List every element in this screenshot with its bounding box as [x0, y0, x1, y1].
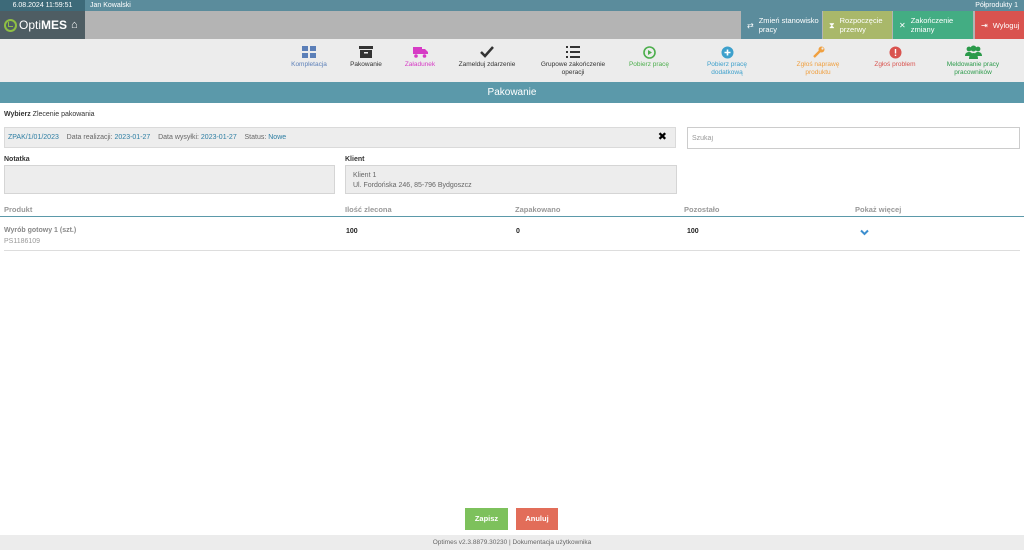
product-name: Wyrób gotowy 1 (szt.): [4, 227, 77, 234]
close-icon: ✕: [899, 20, 906, 30]
clear-order-icon[interactable]: ✖: [658, 128, 667, 147]
remaining-quantity: 100: [687, 228, 699, 235]
hourglass-icon: ⧗: [829, 20, 835, 30]
column-header-ordered: Ilość zlecona: [345, 205, 392, 214]
logo-text: OptiMES: [19, 18, 68, 32]
toolbar-pobierz-prace[interactable]: Pobierz pracę: [624, 45, 674, 69]
chevron-down-icon[interactable]: [860, 228, 869, 237]
grid-icon: [286, 45, 332, 59]
list-icon: [534, 45, 612, 59]
cancel-button[interactable]: Anuluj: [516, 508, 558, 530]
search-input[interactable]: [687, 127, 1020, 149]
footer-version: Optimes v2.3.8879.30230 | Dokumentacja u…: [0, 535, 1024, 550]
toolbar-pakowanie[interactable]: Pakowanie: [343, 45, 389, 69]
realization-date-label: Data realizacji:: [66, 134, 113, 141]
toolbar-zaladunek[interactable]: Załadunek: [397, 45, 443, 69]
logo-clock-icon: [4, 18, 17, 32]
column-header-remaining: Pozostało: [684, 205, 720, 214]
truck-icon: [397, 45, 443, 59]
shipping-date-label: Data wysyłki:: [158, 134, 199, 141]
module-name: Półprodukty 1: [975, 2, 1018, 9]
save-button[interactable]: Zapisz: [465, 508, 508, 530]
order-number: ZPAK/1/01/2023: [8, 134, 59, 141]
home-icon[interactable]: ⌂: [71, 19, 78, 31]
note-field[interactable]: [4, 165, 335, 194]
client-address: Ul. Fordońska 246, 85-796 Bydgoszcz: [353, 182, 472, 189]
note-label: Notatka: [4, 156, 30, 163]
top-status-bar: 6.08.2024 11:59:51 Jan Kowalski Półprodu…: [0, 0, 1024, 11]
end-shift-button[interactable]: ✕ Zakończenie zmiany: [893, 11, 973, 39]
action-toolbar: Kompletacja Pakowanie Załadunek Zamelduj…: [0, 39, 1024, 82]
selected-order-field[interactable]: ZPAK/1/01/2023 Data realizacji: 2023-01-…: [4, 127, 676, 148]
column-header-product: Produkt: [4, 205, 33, 214]
logout-button[interactable]: ⇥ Wyloguj: [975, 11, 1024, 39]
toolbar-grupowe-zakonczenie[interactable]: Grupowe zakończenie operacji: [534, 45, 612, 76]
product-code: PS1186109: [4, 238, 41, 245]
client-label: Klient: [345, 156, 365, 163]
status-label: Status:: [244, 134, 267, 141]
archive-icon: [343, 45, 389, 59]
page-title: Pakowanie: [0, 82, 1024, 103]
shipping-date: 2023-01-27: [200, 134, 237, 141]
check-icon: [452, 45, 522, 59]
select-order-label: Wybierz Zlecenie pakowania: [4, 111, 95, 118]
datetime-display: 6.08.2024 11:59:51: [0, 0, 85, 11]
wrench-icon: [790, 45, 846, 59]
start-break-button[interactable]: ⧗ Rozpoczęcie przerwy: [823, 11, 892, 39]
toolbar-zglos-problem[interactable]: Zgłoś problem: [868, 45, 922, 69]
users-icon: [937, 45, 1009, 59]
client-field: Klient 1 Ul. Fordońska 246, 85-796 Bydgo…: [345, 165, 677, 194]
toolbar-kompletacja[interactable]: Kompletacja: [286, 45, 332, 69]
column-header-show-more: Pokaż więcej: [855, 205, 902, 214]
realization-date: 2023-01-27: [114, 134, 151, 141]
packed-quantity: 0: [516, 228, 520, 235]
client-name: Klient 1: [353, 172, 377, 179]
status-value: Nowe: [268, 134, 287, 141]
app-header: OptiMES ⌂ ⇄ Zmień stanowisko pracy ⧗ Roz…: [0, 11, 1024, 39]
play-icon: [624, 45, 674, 59]
ordered-quantity: 100: [346, 228, 358, 235]
toolbar-zglos-naprawe[interactable]: Zgłoś naprawę produktu: [790, 45, 846, 76]
logout-icon: ⇥: [981, 20, 988, 30]
alert-icon: [868, 45, 922, 59]
toolbar-meldowanie-pracy[interactable]: Meldowanie pracy pracowników: [937, 45, 1009, 76]
change-workstation-button[interactable]: ⇄ Zmień stanowisko pracy: [741, 11, 822, 39]
plus-circle-icon: [699, 45, 755, 59]
column-header-packed: Zapakowano: [515, 205, 561, 214]
toolbar-pobierz-prace-dodatkowa[interactable]: Pobierz pracę dodatkową: [699, 45, 755, 76]
toolbar-zamelduj-zdarzenie[interactable]: Zamelduj zdarzenie: [452, 45, 522, 69]
header-divider: [0, 216, 1024, 217]
refresh-icon: ⇄: [747, 20, 754, 30]
app-logo[interactable]: OptiMES ⌂: [0, 11, 85, 39]
current-user: Jan Kowalski: [90, 2, 131, 9]
